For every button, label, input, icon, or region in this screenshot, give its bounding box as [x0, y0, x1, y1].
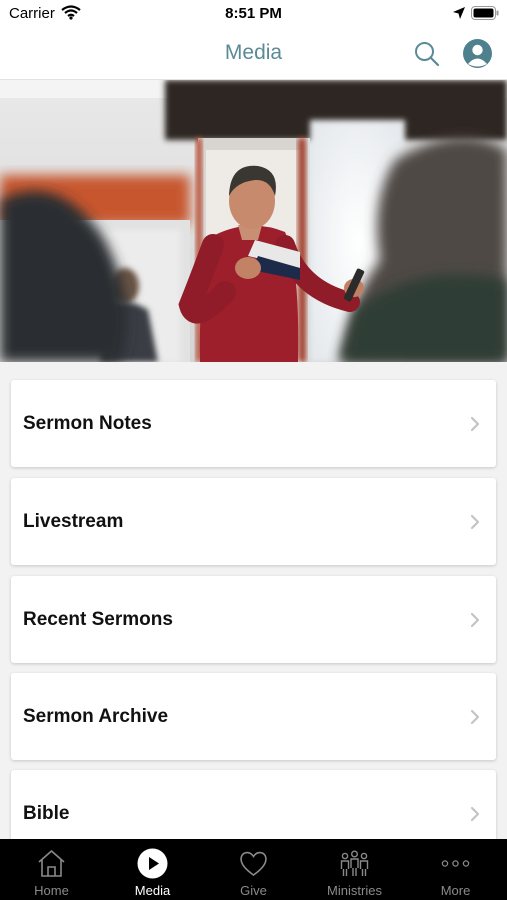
- chevron-right-icon: [470, 806, 480, 822]
- search-icon[interactable]: [413, 40, 441, 68]
- tab-label: Give: [240, 883, 267, 898]
- home-icon: [38, 850, 65, 877]
- menu-item-recent-sermons[interactable]: Recent Sermons: [11, 576, 496, 663]
- tab-label: Ministries: [327, 883, 382, 898]
- chevron-right-icon: [470, 709, 480, 725]
- status-bar: Carrier 8:51 PM: [0, 0, 507, 28]
- menu-item-label: Bible: [23, 803, 70, 824]
- menu-item-label: Sermon Archive: [23, 706, 169, 727]
- tab-ministries[interactable]: Ministries: [304, 839, 405, 900]
- chevron-right-icon: [470, 416, 480, 432]
- tab-bar: Home Media Give Ministries More: [0, 839, 507, 900]
- tab-label: Home: [34, 883, 69, 898]
- menu-item-livestream[interactable]: Livestream: [11, 478, 496, 565]
- navigation-bar: Media: [0, 28, 507, 80]
- heart-icon: [240, 851, 267, 876]
- profile-icon[interactable]: [462, 38, 493, 69]
- menu-item-label: Recent Sermons: [23, 609, 173, 630]
- menu-item-sermon-notes[interactable]: Sermon Notes: [11, 380, 496, 467]
- play-icon: [137, 848, 168, 879]
- tab-label: Media: [134, 883, 171, 898]
- menu-item-label: Sermon Notes: [23, 413, 152, 434]
- menu-item-label: Livestream: [23, 511, 124, 532]
- media-menu-list: Sermon Notes Livestream Recent Sermons S…: [0, 362, 507, 839]
- hero-image: [0, 80, 507, 362]
- tab-label: More: [440, 883, 471, 898]
- menu-item-sermon-archive[interactable]: Sermon Archive: [11, 673, 496, 760]
- status-time: 8:51 PM: [225, 5, 282, 22]
- location-arrow-icon: [453, 7, 465, 19]
- tab-media[interactable]: Media: [102, 839, 203, 900]
- people-icon: [340, 850, 369, 876]
- menu-item-bible[interactable]: Bible: [11, 770, 496, 839]
- chevron-right-icon: [470, 514, 480, 530]
- battery-icon: [471, 6, 499, 20]
- tab-give[interactable]: Give: [203, 839, 304, 900]
- tab-more[interactable]: More: [405, 839, 506, 900]
- sermon-photo: [0, 80, 507, 362]
- more-icon: [441, 860, 470, 867]
- tab-home[interactable]: Home: [1, 839, 102, 900]
- chevron-right-icon: [470, 612, 480, 628]
